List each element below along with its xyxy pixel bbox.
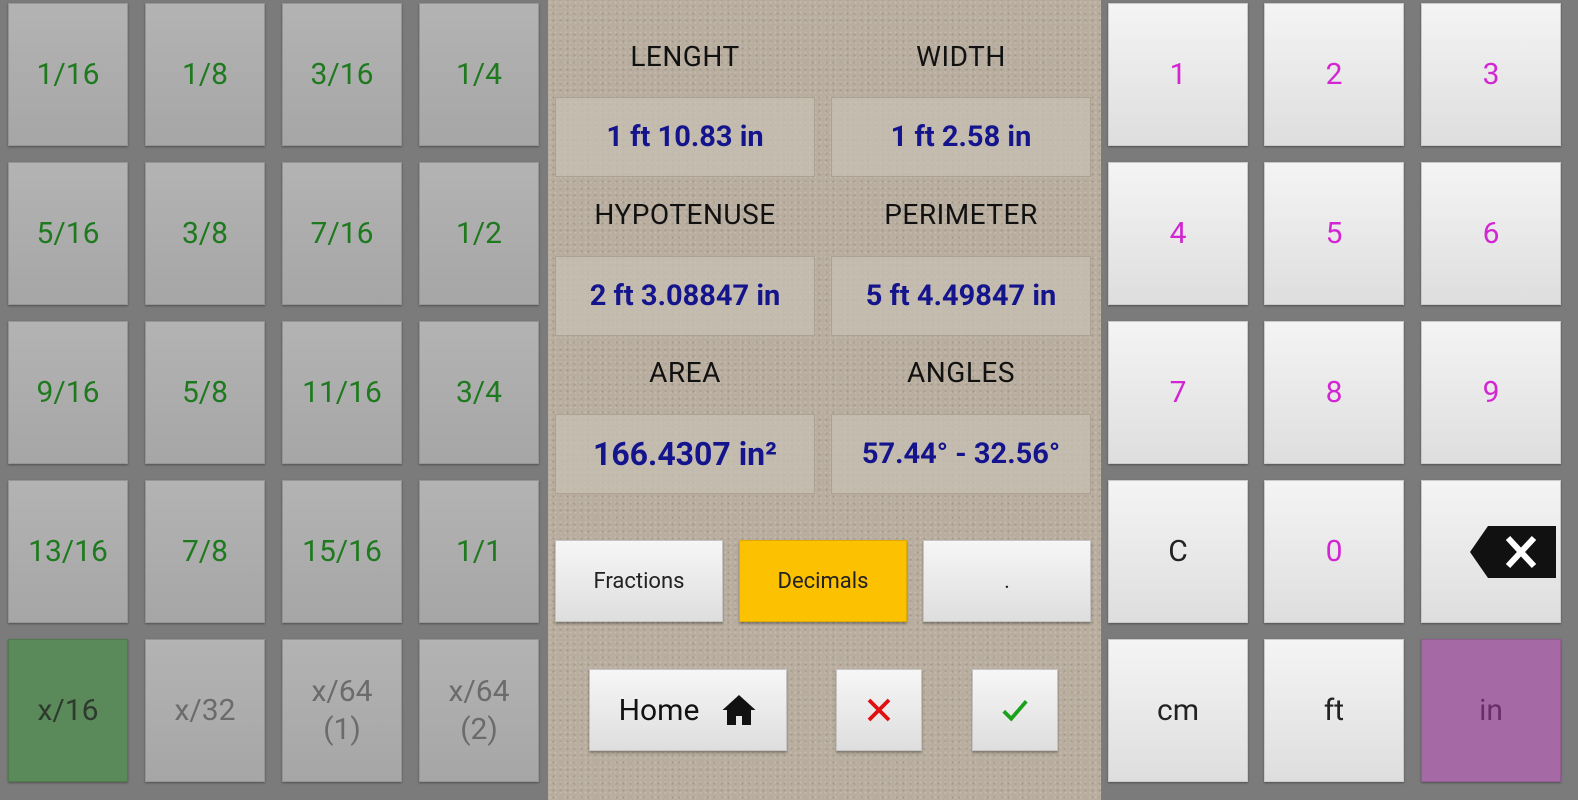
fraction-key-7-8[interactable]: 7/8 [145, 480, 265, 623]
numeric-keypad: 1 2 3 4 5 6 7 8 9 C 0 cm ft in [1101, 0, 1578, 800]
digit-5-key[interactable]: 5 [1264, 162, 1404, 305]
close-icon [867, 698, 891, 722]
width-value[interactable]: 1 ft 2.58 in [831, 97, 1091, 177]
angles-label: ANGLES [907, 356, 1015, 389]
digit-0-key[interactable]: 0 [1264, 480, 1404, 623]
perimeter-label: PERIMETER [884, 198, 1038, 231]
mode-x32-button[interactable]: x/32 [145, 639, 265, 782]
area-value: 166.4307 in² [555, 414, 815, 494]
fraction-key-11-16[interactable]: 11/16 [282, 321, 402, 464]
results-panel: LENGHT WIDTH 1 ft 10.83 in 1 ft 2.58 in … [548, 0, 1101, 800]
fraction-key-7-16[interactable]: 7/16 [282, 162, 402, 305]
fraction-key-1-2[interactable]: 1/2 [419, 162, 539, 305]
fraction-key-15-16[interactable]: 15/16 [282, 480, 402, 623]
mode-x16-button[interactable]: x/16 [8, 639, 128, 782]
fraction-key-9-16[interactable]: 9/16 [8, 321, 128, 464]
mode-x64-1-button[interactable]: x/64 (1) [282, 639, 402, 782]
digit-7-key[interactable]: 7 [1108, 321, 1248, 464]
digit-3-key[interactable]: 3 [1421, 3, 1561, 146]
digit-6-key[interactable]: 6 [1421, 162, 1561, 305]
fraction-key-1-16[interactable]: 1/16 [8, 3, 128, 146]
decimals-toggle[interactable]: Decimals [739, 540, 907, 622]
confirm-button[interactable] [972, 669, 1058, 751]
digit-8-key[interactable]: 8 [1264, 321, 1404, 464]
hypotenuse-label: HYPOTENUSE [594, 198, 776, 231]
fractions-toggle[interactable]: Fractions [555, 540, 723, 622]
fraction-key-3-4[interactable]: 3/4 [419, 321, 539, 464]
digit-9-key[interactable]: 9 [1421, 321, 1561, 464]
angles-value: 57.44° - 32.56° [831, 414, 1091, 494]
mode-x64-2-button[interactable]: x/64 (2) [419, 639, 539, 782]
unit-ft-key[interactable]: ft [1264, 639, 1404, 782]
home-button[interactable]: Home [589, 669, 787, 751]
backspace-icon [1470, 525, 1556, 578]
clear-key[interactable]: C [1108, 480, 1248, 623]
fraction-keypad: 1/16 1/8 3/16 1/4 5/16 3/8 7/16 1/2 9/16… [0, 0, 548, 800]
dot-button[interactable]: . [923, 540, 1091, 622]
fraction-key-5-16[interactable]: 5/16 [8, 162, 128, 305]
fraction-key-13-16[interactable]: 13/16 [8, 480, 128, 623]
fraction-key-3-8[interactable]: 3/8 [145, 162, 265, 305]
backspace-key[interactable] [1421, 480, 1561, 623]
length-value[interactable]: 1 ft 10.83 in [555, 97, 815, 177]
fraction-key-1-8[interactable]: 1/8 [145, 3, 265, 146]
fraction-key-1-4[interactable]: 1/4 [419, 3, 539, 146]
fraction-key-1-1[interactable]: 1/1 [419, 480, 539, 623]
unit-cm-key[interactable]: cm [1108, 639, 1248, 782]
home-label: Home [618, 692, 700, 728]
length-label: LENGHT [630, 40, 740, 73]
digit-1-key[interactable]: 1 [1108, 3, 1248, 146]
fraction-key-5-8[interactable]: 5/8 [145, 321, 265, 464]
width-label: WIDTH [916, 40, 1006, 73]
digit-4-key[interactable]: 4 [1108, 162, 1248, 305]
unit-in-key[interactable]: in [1421, 639, 1561, 782]
check-icon [1002, 700, 1028, 722]
area-label: AREA [649, 356, 721, 389]
digit-2-key[interactable]: 2 [1264, 3, 1404, 146]
perimeter-value: 5 ft 4.49847 in [831, 256, 1091, 336]
cancel-button[interactable] [836, 669, 922, 751]
fraction-key-3-16[interactable]: 3/16 [282, 3, 402, 146]
hypotenuse-value: 2 ft 3.08847 in [555, 256, 815, 336]
home-icon [722, 695, 756, 725]
